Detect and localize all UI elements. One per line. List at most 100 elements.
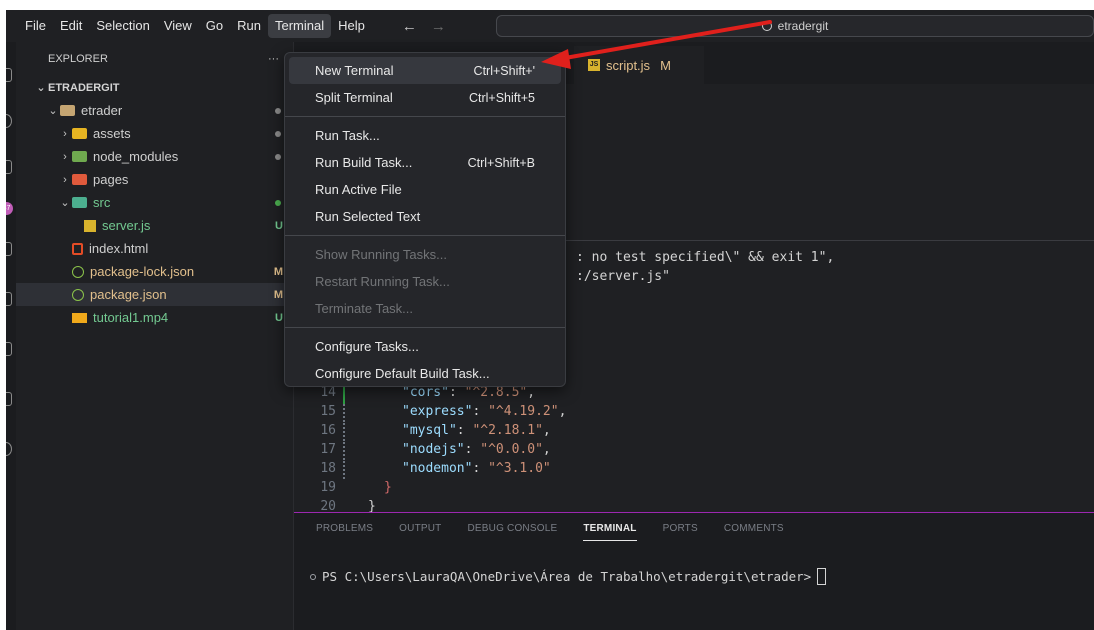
menu-item-label: Show Running Tasks...: [315, 247, 447, 262]
code-text: "nodejs": "^0.0.0",: [402, 442, 551, 457]
menu-edit[interactable]: Edit: [53, 14, 89, 38]
menu-item-label: Terminate Task...: [315, 301, 414, 316]
tree-item-package-json[interactable]: package.json M: [16, 283, 293, 306]
menu-run[interactable]: Run: [230, 14, 268, 38]
json-file-icon: [72, 288, 84, 301]
source-control-badge: 37: [6, 202, 13, 215]
terminal-menu-dropdown: New Terminal Ctrl+Shift+' Split Terminal Ct…: [284, 52, 566, 387]
menu-item-run-active-file[interactable]: Run Active File: [289, 176, 561, 203]
code-text: "mysql": "^2.18.1",: [402, 423, 551, 438]
git-status-letter: U: [275, 311, 283, 324]
terminal-status-dot-icon: [310, 573, 316, 580]
gutter-change-marker: [343, 442, 345, 461]
tree-item-src[interactable]: ⌄ src: [16, 191, 293, 214]
menu-go[interactable]: Go: [199, 14, 230, 38]
menu-terminal[interactable]: Terminal: [268, 14, 332, 38]
search-icon: [761, 21, 772, 31]
git-status-letter: M: [273, 265, 283, 278]
json-separator: :: [472, 461, 489, 476]
code-line: 17 "nodejs": "^0.0.0",: [294, 442, 1094, 461]
explorer-icon[interactable]: [6, 68, 12, 82]
command-center-search[interactable]: etradergit: [496, 15, 1094, 37]
panel-tab-debug-console[interactable]: DEBUG CONSOLE: [467, 523, 557, 541]
tree-item-tutorial1-mp4[interactable]: tutorial1.mp4 U: [16, 306, 293, 329]
json-separator: :: [464, 442, 481, 457]
json-key: "cors": [402, 385, 449, 400]
navigation-arrows: ← →: [402, 18, 446, 35]
javascript-file-icon: JS: [588, 59, 600, 71]
line-number: 17: [320, 442, 336, 457]
menu-item-shortcut: Ctrl+Shift+B: [467, 155, 535, 170]
menu-item-new-terminal[interactable]: New Terminal Ctrl+Shift+': [289, 57, 561, 84]
tree-item-etrader[interactable]: ⌄ etrader: [16, 99, 293, 122]
gutter-change-marker: [343, 461, 345, 480]
javascript-file-icon: [84, 219, 96, 232]
chevron-right-icon: ›: [63, 127, 67, 140]
menu-item-split-terminal[interactable]: Split Terminal Ctrl+Shift+5: [289, 84, 561, 111]
menu-selection[interactable]: Selection: [89, 14, 156, 38]
gutter-change-marker: [343, 423, 345, 442]
code-line: 15 "express": "^4.19.2",: [294, 404, 1094, 423]
menu-item-label: Restart Running Task...: [315, 274, 450, 289]
menu-file[interactable]: File: [18, 14, 53, 38]
tree-item-pages[interactable]: › pages: [16, 168, 293, 191]
menu-help[interactable]: Help: [331, 14, 372, 38]
git-status-dot: [275, 153, 281, 160]
terminal-output[interactable]: PS C:\Users\LauraQA\OneDrive\Área de Tra…: [310, 568, 827, 585]
html-file-icon: [72, 242, 83, 255]
code-line: 19}: [294, 480, 1094, 499]
tree-item-index-html[interactable]: index.html: [16, 237, 293, 260]
forward-arrow-icon[interactable]: →: [431, 18, 446, 35]
menu-item-run-selected-text[interactable]: Run Selected Text: [289, 203, 561, 230]
tree-item-package-lock-json[interactable]: package-lock.json M: [16, 260, 293, 283]
tree-item-node-modules[interactable]: › node_modules: [16, 145, 293, 168]
source-control-icon[interactable]: [6, 160, 12, 174]
extensions-icon[interactable]: [6, 292, 12, 306]
tree-item-assets[interactable]: › assets: [16, 122, 293, 145]
menu-item-shortcut: Ctrl+Shift+5: [468, 90, 535, 105]
more-actions-icon[interactable]: ···: [268, 53, 279, 65]
json-value: "^0.0.0": [480, 442, 543, 457]
json-separator: :: [448, 385, 465, 400]
line-number: 16: [320, 423, 336, 438]
tab-modified-status: M: [660, 57, 671, 73]
accounts-icon[interactable]: [6, 442, 12, 456]
line-number: 18: [320, 461, 336, 476]
workspace-root[interactable]: ⌄ ETRADERGIT: [16, 76, 293, 99]
tree-item-server-js[interactable]: server.js U: [16, 214, 293, 237]
folder-icon: [72, 174, 87, 185]
tree-item-label: package.json: [90, 287, 167, 302]
menu-item-run-build-task[interactable]: Run Build Task... Ctrl+Shift+B: [289, 149, 561, 176]
tab-script-js[interactable]: JS script.js M: [574, 46, 704, 84]
panel-tab-terminal[interactable]: TERMINAL: [583, 523, 637, 541]
menu-item-run-task[interactable]: Run Task...: [289, 122, 561, 149]
menu-item-configure-default-build-task[interactable]: Configure Default Build Task...: [289, 360, 561, 387]
json-value: "^2.18.1": [472, 423, 543, 438]
code-line: 16 "mysql": "^2.18.1",: [294, 423, 1094, 442]
menu-item-restart-running-task: Restart Running Task...: [289, 268, 561, 295]
code-line: 18 "nodemon": "^3.1.0": [294, 461, 1094, 480]
folder-open-icon: [60, 105, 75, 116]
folder-icon: [72, 151, 87, 162]
panel-tab-ports[interactable]: PORTS: [663, 523, 698, 541]
tree-item-label: assets: [93, 126, 131, 141]
panel-tab-output[interactable]: OUTPUT: [399, 523, 441, 541]
testing-icon[interactable]: [6, 392, 12, 406]
line-number: 19: [320, 480, 336, 495]
menu-view[interactable]: View: [157, 14, 199, 38]
chevron-down-icon: ⌄: [60, 197, 70, 209]
gutter-change-marker: [343, 385, 345, 404]
tree-item-label: node_modules: [93, 149, 179, 164]
remote-icon[interactable]: [6, 342, 12, 356]
menu-items: File Edit Selection View Go Run Terminal Help: [6, 14, 372, 38]
back-arrow-icon[interactable]: ←: [402, 18, 417, 35]
menu-item-label: Run Active File: [315, 182, 402, 197]
code-brace: }: [384, 480, 392, 495]
run-debug-icon[interactable]: [6, 242, 12, 256]
gutter-change-marker: [343, 404, 345, 423]
menu-item-configure-tasks[interactable]: Configure Tasks...: [289, 333, 561, 360]
panel-tab-comments[interactable]: COMMENTS: [724, 523, 784, 541]
search-icon[interactable]: [6, 114, 12, 128]
file-tree: ⌄ etrader › assets › node_modules › pages ⌄ src se…: [16, 99, 293, 329]
panel-tab-problems[interactable]: PROBLEMS: [316, 523, 373, 541]
